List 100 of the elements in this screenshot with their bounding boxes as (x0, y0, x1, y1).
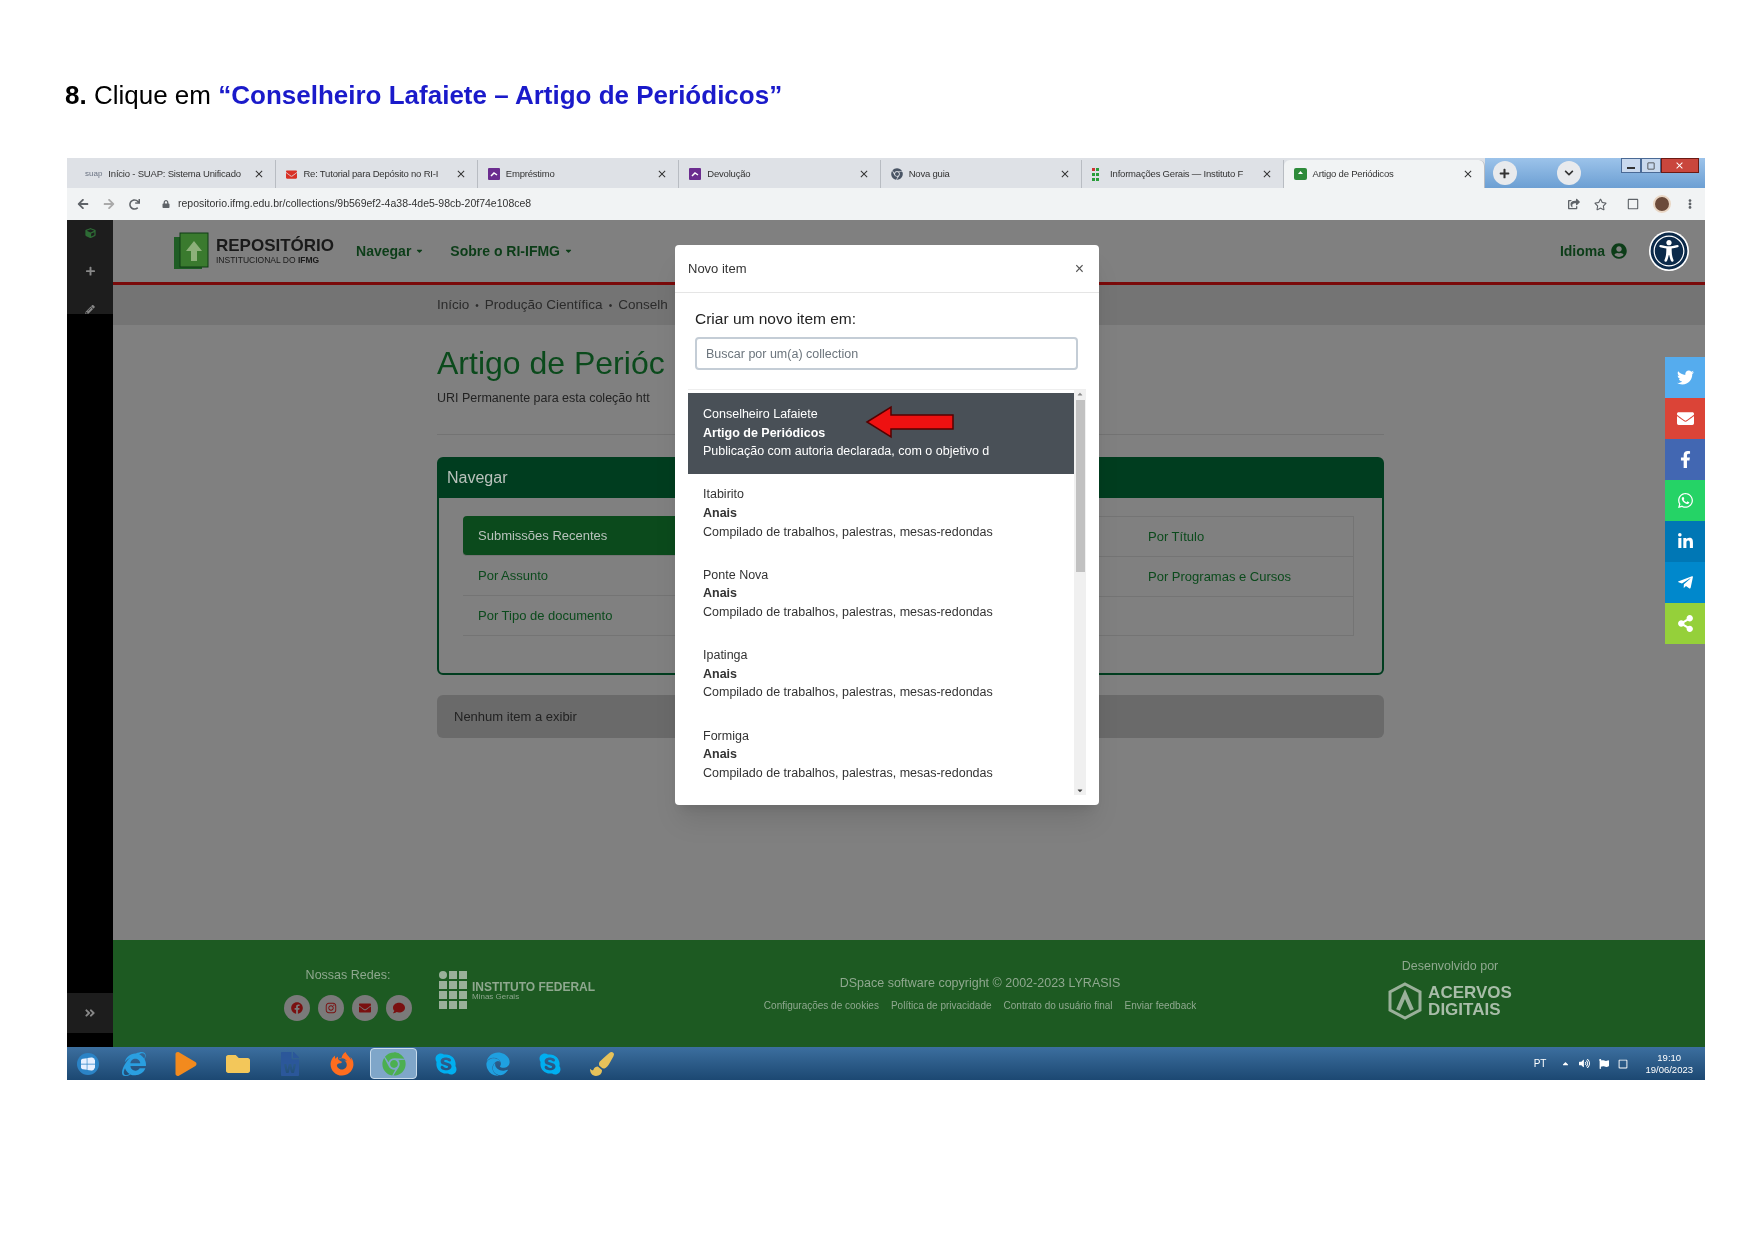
reload-icon[interactable] (129, 198, 140, 210)
browser-e-icon (121, 1051, 146, 1076)
collection-name: Anais (703, 747, 739, 763)
whatsapp-icon (1676, 492, 1694, 509)
star-icon[interactable] (1594, 197, 1607, 211)
back-icon[interactable] (77, 198, 89, 210)
collection-campus: Itabirito (703, 487, 745, 504)
mail-icon (286, 168, 298, 180)
dialog-prompt: Criar um novo item em: (695, 309, 858, 329)
logo-subtitle: INSTITUCIONAL DO IFMG (216, 256, 321, 265)
telegram-icon (1676, 574, 1694, 591)
breadcrumb-link[interactable]: Início (437, 294, 470, 316)
footer-link[interactable]: Enviar feedback (1124, 998, 1197, 1014)
footer-link[interactable]: Configurações de cookies (763, 998, 879, 1014)
nav-menu-item[interactable]: Sobre o RI-IFMG (450, 240, 573, 262)
minimize-icon (1626, 167, 1635, 169)
browser-tab[interactable]: Artigo de Periódicos (1283, 160, 1485, 188)
tray-expand-icon[interactable] (1561, 1059, 1571, 1068)
linkedin-icon (1676, 533, 1694, 550)
networks-label: Nossas Redes: (305, 967, 391, 985)
url-text: repositorio.ifmg.edu.br/collections/9b569ef2-4a38-4de5-98cb-20f74e108ce8 (178, 196, 532, 212)
developer-logo[interactable]: ACERVOS DIGITAIS (1388, 981, 1512, 1020)
pencil-icon[interactable] (84, 304, 96, 314)
language-indicator[interactable]: PT (1533, 1056, 1547, 1071)
chat-icon (393, 1001, 405, 1014)
side-panel-icon[interactable] (1627, 198, 1639, 210)
logo-word: ACERVOS (1428, 983, 1512, 1001)
breadcrumb-link[interactable]: Conselh (618, 294, 668, 316)
institute-subtitle: Minas Gerais (472, 992, 521, 1001)
nav-menu-item[interactable]: Navegar (356, 240, 425, 262)
instruction-heading: 8. Clique em “Conselheiro Lafaiete – Artigo de Periódicos” (65, 82, 784, 108)
new-tab-button[interactable] (1492, 161, 1517, 185)
tab-title: Informações Gerais — Instituto F (1110, 166, 1245, 181)
breadcrumb-link[interactable]: Produção Científica (484, 294, 603, 316)
social-link[interactable] (284, 994, 310, 1021)
tab-title: Devolução (707, 166, 752, 181)
skype-icon (433, 1051, 458, 1076)
tab-title: Re: Tutorial para Depósito no RI-I (303, 166, 440, 181)
social-share-button[interactable] (1665, 562, 1705, 603)
chrome-icon (890, 168, 903, 180)
institute-name: INSTITUTO FEDERAL (472, 980, 596, 993)
volume-icon[interactable] (1579, 1058, 1591, 1069)
social-link[interactable] (386, 994, 412, 1021)
minimize-button[interactable] (1620, 158, 1641, 173)
logo-word: DIGITAIS (1428, 1000, 1502, 1018)
panel-title: Navegar (447, 468, 508, 489)
language-menu[interactable]: Idioma (1559, 240, 1605, 262)
cube-icon[interactable] (83, 228, 97, 239)
search-field[interactable]: Buscar por um(a) collection (695, 337, 1078, 371)
collection-campus: Ipatinga (703, 648, 749, 664)
user-icon[interactable] (1611, 243, 1627, 259)
edge-icon (485, 1051, 510, 1076)
profile-avatar[interactable] (1653, 195, 1671, 213)
scroll-up-icon[interactable] (1076, 390, 1084, 399)
books-icon (172, 231, 210, 271)
skype-icon (537, 1051, 562, 1076)
copyright-text: DSpace software copyright © 2002-2023 LYRASIS (839, 974, 1121, 992)
fox-browser-icon (329, 1051, 354, 1076)
institute-logo[interactable]: INSTITUTO FEDERAL Minas Gerais (439, 970, 596, 1011)
mail-icon (359, 1001, 371, 1014)
breadcrumb-separator: • (608, 298, 613, 313)
site-logo[interactable]: REPOSITÓRIO INSTITUCIONAL DO IFMG (172, 231, 335, 271)
restore-icon (1646, 161, 1655, 170)
close-button[interactable]: × (1072, 260, 1086, 277)
collection-option[interactable]: Conselheiro Lafaiete Artigo de Periódicos Publicação com autoria declarada, com o objetivo d (688, 393, 1074, 474)
tab-title: Artigo de Periódicos (1312, 166, 1395, 181)
clock[interactable]: 19:10 19/06/2023 (1645, 1051, 1693, 1076)
social-share-button[interactable] (1665, 521, 1705, 562)
scrollbar[interactable] (1074, 390, 1086, 796)
collection-campus: Conselheiro Lafaiete (703, 407, 819, 423)
collection-name: Artigo de Periódicos (703, 425, 827, 442)
hexagon-icon (1388, 981, 1423, 1020)
repository-icon (1293, 168, 1307, 180)
mail-icon (1676, 410, 1694, 427)
social-link[interactable] (352, 994, 378, 1021)
twitter-icon (1676, 369, 1694, 386)
footer-link[interactable]: Política de privacidade (890, 998, 992, 1014)
accessibility-icon[interactable] (1649, 231, 1689, 271)
footer-link[interactable]: Contrato do usuário final (1003, 998, 1113, 1014)
play-icon (173, 1051, 198, 1076)
share-icon (1676, 615, 1694, 632)
plus-icon[interactable] (83, 266, 97, 277)
expand-icon[interactable] (84, 1007, 96, 1019)
institute-mark-icon (439, 970, 467, 1011)
logo-title: REPOSITÓRIO (216, 237, 335, 255)
chevron-down-icon (1563, 168, 1574, 178)
tab-title: Início - SUAP: Sistema Unificado (108, 166, 242, 181)
scrollbar-thumb[interactable] (1075, 400, 1085, 573)
tab-search-button[interactable] (1556, 161, 1581, 185)
paintbrush-icon (589, 1051, 614, 1076)
collection-description: Compilado de trabalhos, palestras, mesas-redondas (703, 765, 994, 782)
lock-icon (162, 200, 170, 208)
collection-description: Publicação com autoria declarada, com o objetivo d (703, 444, 991, 460)
facebook-icon (291, 1001, 303, 1014)
social-share-button[interactable] (1665, 439, 1705, 480)
close-window-button[interactable] (1660, 158, 1699, 173)
flag-icon[interactable] (1599, 1058, 1610, 1069)
social-share-button[interactable] (1665, 398, 1705, 439)
network-icon[interactable] (1618, 1058, 1629, 1069)
share-icon[interactable] (1568, 198, 1580, 210)
